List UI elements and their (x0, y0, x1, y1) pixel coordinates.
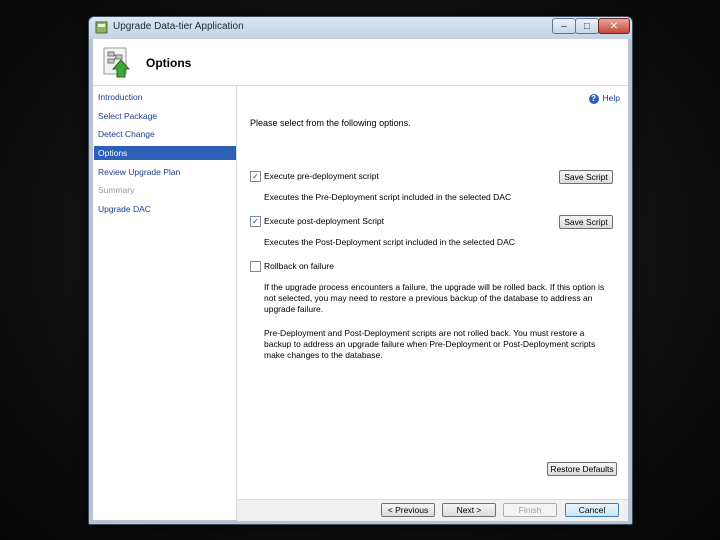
help-icon: ? (588, 93, 599, 104)
upgrade-dac-window: Upgrade Data-tier Application – □ ✕ Opti… (88, 16, 633, 525)
nav-item-select-package[interactable]: Select Package (94, 109, 236, 123)
wizard-nav: Introduction Select Package Detect Chang… (93, 86, 237, 520)
finish-button: Finish (503, 503, 557, 517)
minimize-icon[interactable]: – (552, 18, 576, 34)
previous-button[interactable]: < Previous (381, 503, 435, 517)
restore-defaults-button[interactable]: Restore Defaults (547, 462, 617, 476)
wizard-header: Options (93, 39, 628, 86)
maximize-icon[interactable]: □ (575, 18, 599, 34)
rollback-checkbox[interactable] (250, 261, 261, 272)
rollback-label[interactable]: Rollback on failure (264, 261, 334, 271)
window-title: Upgrade Data-tier Application (113, 21, 244, 32)
nav-item-summary: Summary (98, 185, 135, 195)
close-icon[interactable]: ✕ (598, 18, 630, 34)
rollback-description: If the upgrade process encounters a fail… (264, 282, 605, 314)
pre-deployment-description: Executes the Pre-Deployment script inclu… (264, 192, 512, 202)
nav-item-options[interactable]: Options (94, 146, 236, 160)
wizard-footer: < Previous Next > Finish Cancel (237, 499, 628, 521)
nav-item-introduction[interactable]: Introduction (94, 90, 236, 104)
title-bar[interactable]: Upgrade Data-tier Application – □ ✕ (89, 17, 632, 39)
help-label: Help (602, 93, 620, 103)
rollback-warning: Pre-Deployment and Post-Deployment scrip… (264, 328, 596, 360)
pre-deployment-label[interactable]: Execute pre-deployment script (264, 171, 379, 181)
wizard-client: Options Introduction Select Package Dete… (93, 39, 628, 521)
save-post-script-button[interactable]: Save Script (559, 215, 613, 229)
nav-item-detect-change[interactable]: Detect Change (94, 127, 236, 141)
help-link[interactable]: ? Help (588, 93, 620, 104)
post-deployment-description: Executes the Post-Deployment script incl… (264, 237, 515, 247)
page-title: Options (146, 56, 192, 70)
cancel-button[interactable]: Cancel (565, 503, 619, 517)
upgrade-package-icon (103, 47, 131, 78)
post-deployment-checkbox[interactable]: ✓ (250, 216, 261, 227)
post-deployment-label[interactable]: Execute post-deployment Script (264, 216, 384, 226)
options-prompt: Please select from the following options… (250, 118, 411, 128)
nav-item-upgrade-dac[interactable]: Upgrade DAC (94, 202, 236, 216)
pre-deployment-checkbox[interactable]: ✓ (250, 171, 261, 182)
nav-item-review-upgrade-plan[interactable]: Review Upgrade Plan (94, 165, 236, 179)
save-pre-script-button[interactable]: Save Script (559, 170, 613, 184)
app-icon (95, 21, 108, 34)
options-panel: ? Help Please select from the following o… (237, 86, 628, 476)
next-button[interactable]: Next > (442, 503, 496, 517)
